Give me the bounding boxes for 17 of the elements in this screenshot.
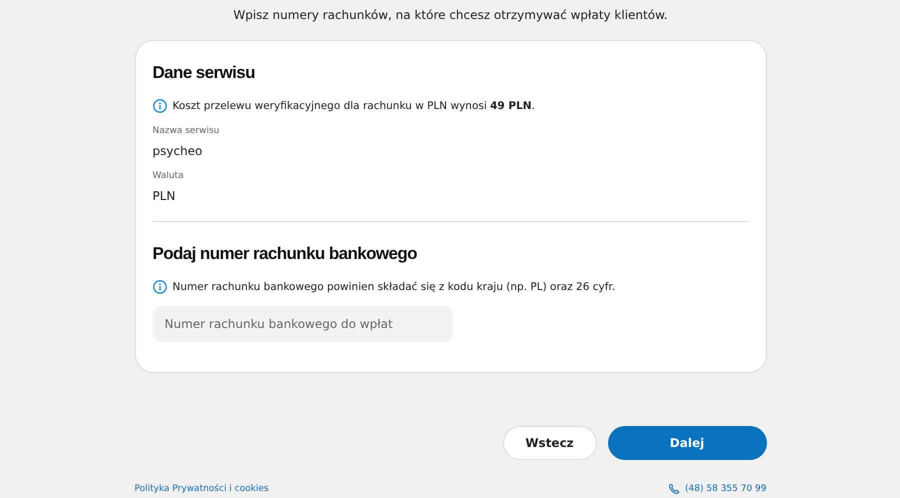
section-title: Podaj numer rachunku bankowego [152,244,418,264]
info-icon [152,99,166,113]
section-title: Dane serwisu [152,63,256,83]
intro-text: Wpisz numery rachunków, na które chcesz otrzymywać wpłaty klientów. [232,7,669,24]
field-value: PLN [152,189,176,203]
phone-icon [668,483,680,495]
privacy-link[interactable]: Polityka Prywatności i cookies [134,484,269,494]
account-number-field[interactable]: Numer rachunku bankowego do wpłat [152,306,452,342]
info-text: Koszt przelewu weryfikacyjnego dla rachunku w PLN wynosi 49 PLN. [172,100,535,112]
back-button[interactable]: Wstecz [502,426,596,460]
field-label: Waluta [152,171,185,181]
info-text: Numer rachunku bankowego powinien składać się z kodu kraju (np. PL) oraz 26 cyfr. [172,281,616,293]
info-icon [152,280,166,294]
field-label: Nazwa serwisu [152,126,220,136]
phone-number: (48) 58 355 70 99 [685,484,766,494]
next-button[interactable]: Dalej [608,426,766,460]
field-value: psycheo [152,144,204,158]
